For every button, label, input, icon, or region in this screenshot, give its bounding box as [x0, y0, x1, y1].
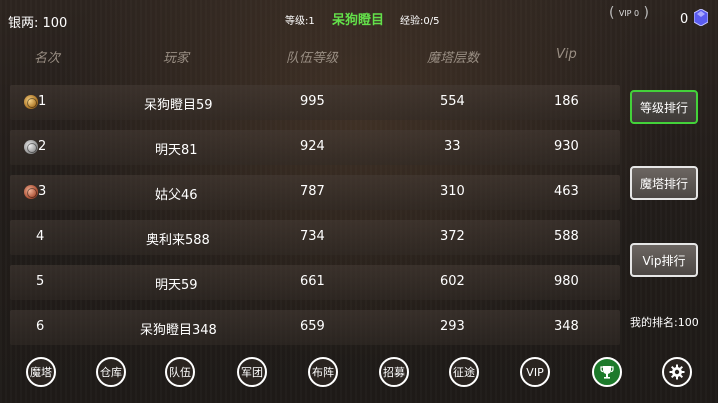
- row-vip: 348: [554, 319, 579, 334]
- tower-button[interactable]: 魔塔: [26, 357, 56, 387]
- header-rank: 名次: [34, 51, 61, 66]
- row-rank: 2: [38, 139, 47, 154]
- gem-counter: 0: [680, 12, 689, 27]
- row-player: 姑父46: [155, 188, 198, 203]
- gold-medal-icon: [24, 95, 38, 109]
- row-tower: 602: [440, 274, 465, 289]
- row-team-level: 995: [300, 94, 325, 109]
- row-vip: 980: [554, 274, 579, 289]
- row-team-level: 787: [300, 184, 325, 199]
- table-row[interactable]: 6 呆狗瞪目348 659 293 348: [10, 310, 620, 345]
- table-row[interactable]: 2 明天81 924 33 930: [10, 130, 620, 165]
- table-header: 名次 玩家 队伍等级 魔塔层数 Vip: [0, 47, 620, 67]
- row-vip: 186: [554, 94, 579, 109]
- row-team-level: 659: [300, 319, 325, 334]
- row-player: 呆狗瞪目348: [140, 323, 217, 338]
- vip-rank-button[interactable]: Vip排行: [630, 243, 698, 277]
- legion-button[interactable]: 军团: [237, 357, 267, 387]
- header-team-level: 队伍等级: [286, 51, 339, 66]
- row-tower: 310: [440, 184, 465, 199]
- row-team-level: 734: [300, 229, 325, 244]
- row-tower: 372: [440, 229, 465, 244]
- row-rank: 3: [38, 184, 47, 199]
- formation-button[interactable]: 布阵: [308, 357, 338, 387]
- bronze-medal-icon: [24, 185, 38, 199]
- header-vip: Vip: [556, 47, 577, 62]
- trophy-icon: [600, 366, 614, 379]
- row-tower: 554: [440, 94, 465, 109]
- tower-rank-button[interactable]: 魔塔排行: [630, 166, 698, 200]
- level-rank-button[interactable]: 等级排行: [630, 90, 698, 124]
- row-vip: 930: [554, 139, 579, 154]
- row-player: 呆狗瞪目59: [144, 98, 213, 113]
- my-rank: 我的排名:100: [630, 316, 699, 329]
- row-player: 奥利来588: [146, 233, 210, 248]
- row-team-level: 924: [300, 139, 325, 154]
- row-rank: 4: [36, 229, 45, 244]
- player-level: 等级:1: [285, 16, 315, 27]
- row-player: 明天81: [155, 143, 198, 158]
- row-team-level: 661: [300, 274, 325, 289]
- table-row[interactable]: 5 明天59 661 602 980: [10, 265, 620, 300]
- top-bar: 银两: 100 等级:1 呆狗瞪目 经验:0/5 VIP 0 0: [0, 0, 718, 40]
- table-row[interactable]: 1 呆狗瞪目59 995 554 186: [10, 85, 620, 120]
- header-player: 玩家: [163, 51, 190, 66]
- table-row[interactable]: 3 姑父46 787 310 463: [10, 175, 620, 210]
- expedition-button[interactable]: 征途: [449, 357, 479, 387]
- row-rank: 1: [38, 94, 47, 109]
- row-vip: 588: [554, 229, 579, 244]
- ranking-button[interactable]: [592, 357, 622, 387]
- recruit-button[interactable]: 招募: [379, 357, 409, 387]
- player-exp: 经验:0/5: [400, 16, 440, 27]
- gear-icon: [669, 364, 685, 380]
- player-name: 呆狗瞪目: [332, 13, 385, 28]
- settings-button[interactable]: [662, 357, 692, 387]
- team-button[interactable]: 队伍: [165, 357, 195, 387]
- row-vip: 463: [554, 184, 579, 199]
- header-tower-floors: 魔塔层数: [427, 51, 480, 66]
- vip-button[interactable]: VIP: [520, 357, 550, 387]
- row-rank: 6: [36, 319, 45, 334]
- silver-counter: 银两: 100: [8, 16, 68, 31]
- silver-medal-icon: [24, 140, 38, 154]
- row-player: 明天59: [155, 278, 198, 293]
- row-rank: 5: [36, 274, 45, 289]
- row-tower: 293: [440, 319, 465, 334]
- table-row[interactable]: 4 奥利来588 734 372 588: [10, 220, 620, 255]
- warehouse-button[interactable]: 仓库: [96, 357, 126, 387]
- vip-badge[interactable]: VIP 0: [609, 5, 649, 21]
- row-tower: 33: [444, 139, 461, 154]
- gem-icon[interactable]: [694, 9, 708, 26]
